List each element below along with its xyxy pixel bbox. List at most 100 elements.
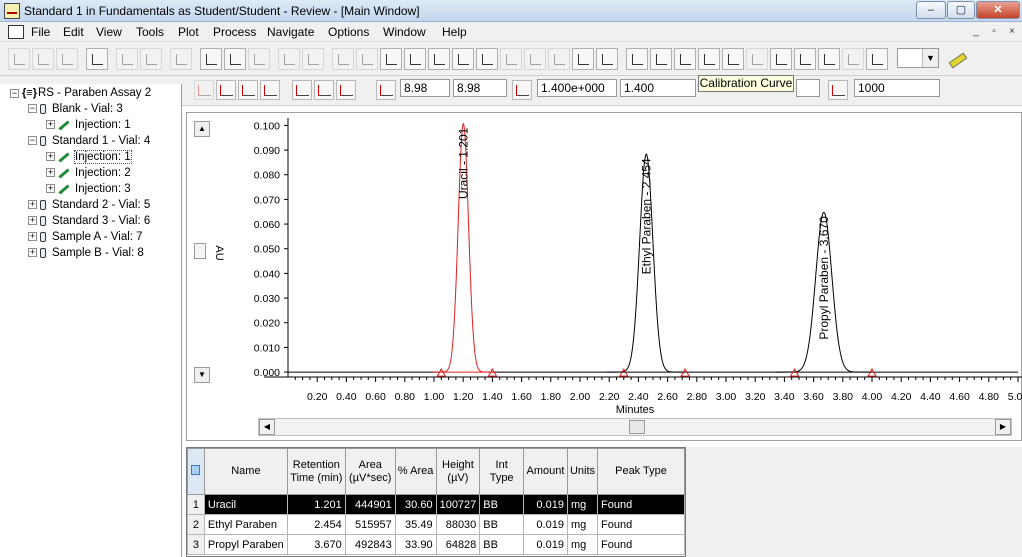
- menu-process[interactable]: Process: [213, 25, 256, 39]
- horizontal-scroll-thumb[interactable]: [629, 420, 645, 434]
- inject-icon[interactable]: [224, 48, 246, 70]
- calibration-curve-icon[interactable]: [698, 48, 720, 70]
- cell-area[interactable]: 515957: [344, 514, 396, 535]
- y-min-field[interactable]: 1.400e+000: [537, 79, 617, 97]
- tree-node[interactable]: + Injection: 2: [10, 165, 180, 181]
- pencil-icon[interactable]: [946, 48, 968, 70]
- cell-units[interactable]: mg: [566, 534, 599, 555]
- peak-table-icon[interactable]: [674, 48, 696, 70]
- menu-options[interactable]: Options: [328, 25, 369, 39]
- overlay-icon[interactable]: [292, 80, 312, 100]
- menu-navigate[interactable]: Navigate: [267, 25, 314, 39]
- table-row[interactable]: 3 Propyl Paraben 3.670 492843 33.90 6482…: [187, 534, 685, 555]
- chevron-down-icon[interactable]: ▼: [922, 49, 938, 67]
- integrate-disabled-icon[interactable]: [116, 48, 138, 70]
- tree-node[interactable]: + Standard 3 - Vial: 6: [10, 213, 180, 229]
- integrate-icon[interactable]: [200, 48, 222, 70]
- table-corner[interactable]: [187, 448, 205, 495]
- zoom-baseline-icon[interactable]: [238, 80, 258, 100]
- x-max-field[interactable]: 8.98: [453, 79, 507, 97]
- peak-tool-5-icon[interactable]: [428, 48, 450, 70]
- help-pointer-icon[interactable]: [866, 48, 888, 70]
- mdi-child-icon[interactable]: [8, 25, 24, 39]
- menu-plot[interactable]: Plot: [178, 25, 199, 39]
- view-select[interactable]: ▼: [897, 48, 939, 68]
- tree-node[interactable]: + Injection: 1: [10, 149, 180, 165]
- cell-retention-time[interactable]: 3.670: [286, 534, 346, 555]
- cell-int-type[interactable]: BB: [479, 494, 524, 515]
- col-pct-area[interactable]: % Area: [394, 448, 437, 495]
- close-button[interactable]: ✕: [976, 1, 1020, 19]
- cell-int-type[interactable]: BB: [479, 534, 524, 555]
- col-peak-type[interactable]: Peak Type: [597, 448, 685, 495]
- scroll-left-icon[interactable]: ◀: [259, 419, 275, 435]
- row-number[interactable]: 1: [187, 494, 205, 515]
- table-row[interactable]: 1 Uracil 1.201 444901 30.60 100727 BB 0.…: [187, 494, 685, 515]
- refresh-icon[interactable]: [170, 48, 192, 70]
- col-amount[interactable]: Amount: [522, 448, 568, 495]
- col-name[interactable]: Name: [203, 448, 288, 495]
- cell-retention-time[interactable]: 1.201: [286, 494, 346, 515]
- inject-disabled-icon[interactable]: [248, 48, 270, 70]
- peak-tool-3-icon[interactable]: [380, 48, 402, 70]
- peak-tool-8-icon[interactable]: [500, 48, 522, 70]
- y-max-field[interactable]: 1.400: [620, 79, 696, 97]
- row-number[interactable]: 2: [187, 514, 205, 535]
- zoom-full-icon[interactable]: [194, 80, 214, 100]
- cell-retention-time[interactable]: 2.454: [286, 514, 346, 535]
- chromatogram-icon[interactable]: [626, 48, 648, 70]
- collapse-icon[interactable]: −: [28, 136, 37, 146]
- tree-node[interactable]: + Sample B - Vial: 8: [10, 245, 180, 261]
- save-all-icon[interactable]: [56, 48, 78, 70]
- x-min-field[interactable]: 8.98: [400, 79, 450, 97]
- peak-tool-1-icon[interactable]: [332, 48, 354, 70]
- cell-amount[interactable]: 0.019: [522, 514, 568, 535]
- cell-name[interactable]: Propyl Paraben: [203, 534, 288, 555]
- cell-amount[interactable]: 0.019: [522, 494, 568, 515]
- col-retention-time[interactable]: Retention Time (min): [286, 448, 346, 495]
- peak-tool-6-icon[interactable]: [452, 48, 474, 70]
- col-area[interactable]: Area (µV*sec): [344, 448, 396, 495]
- redo-icon[interactable]: [302, 48, 324, 70]
- mdi-close-button[interactable]: ×: [1004, 25, 1020, 39]
- expand-icon[interactable]: +: [46, 184, 55, 194]
- tree-node[interactable]: − Standard 1 - Vial: 4: [10, 133, 180, 149]
- expand-icon[interactable]: +: [46, 152, 55, 162]
- undo-icon[interactable]: [278, 48, 300, 70]
- menu-help[interactable]: Help: [442, 25, 467, 39]
- peak-tool-10-icon[interactable]: [548, 48, 570, 70]
- threshold-field[interactable]: [796, 79, 820, 97]
- tree-node[interactable]: + Injection: 1: [10, 117, 180, 133]
- collapse-icon[interactable]: −: [28, 104, 37, 114]
- cell-int-type[interactable]: BB: [479, 514, 524, 535]
- peak-width-field[interactable]: 1000: [854, 79, 940, 97]
- process-icon[interactable]: [572, 48, 594, 70]
- col-height[interactable]: Height (µV): [435, 448, 481, 495]
- signal-icon[interactable]: [794, 48, 816, 70]
- open-icon[interactable]: [8, 48, 30, 70]
- cell-peak-type[interactable]: Found: [597, 534, 685, 555]
- tree-node[interactable]: + Sample A - Vial: 7: [10, 229, 180, 245]
- review-icon[interactable]: [596, 48, 618, 70]
- scroll-down-icon[interactable]: ▼: [194, 367, 210, 383]
- tree-node[interactable]: − {≡}RS - Paraben Assay 2: [10, 85, 180, 101]
- peak-tool-9-icon[interactable]: [524, 48, 546, 70]
- scroll-right-icon[interactable]: ▶: [995, 419, 1011, 435]
- col-int-type[interactable]: Int Type: [479, 448, 524, 495]
- menu-file[interactable]: File: [31, 25, 50, 39]
- copy-icon[interactable]: [650, 48, 672, 70]
- x-scale-icon[interactable]: [376, 80, 396, 100]
- expand-icon[interactable]: +: [28, 248, 37, 258]
- tree-node[interactable]: − Blank - Vial: 3: [10, 101, 180, 117]
- scroll-up-icon[interactable]: ▲: [194, 121, 210, 137]
- cell-pct-area[interactable]: 33.90: [394, 534, 437, 555]
- database-icon[interactable]: [818, 48, 840, 70]
- zoom-all-peaks-icon[interactable]: [260, 80, 280, 100]
- cell-height[interactable]: 64828: [435, 534, 481, 555]
- y-scale-icon[interactable]: [512, 80, 532, 100]
- expand-icon[interactable]: +: [28, 232, 37, 242]
- menu-window[interactable]: Window: [383, 25, 426, 39]
- scale-icon[interactable]: [336, 80, 356, 100]
- cell-pct-area[interactable]: 35.49: [394, 514, 437, 535]
- peak-tool-2-icon[interactable]: [356, 48, 378, 70]
